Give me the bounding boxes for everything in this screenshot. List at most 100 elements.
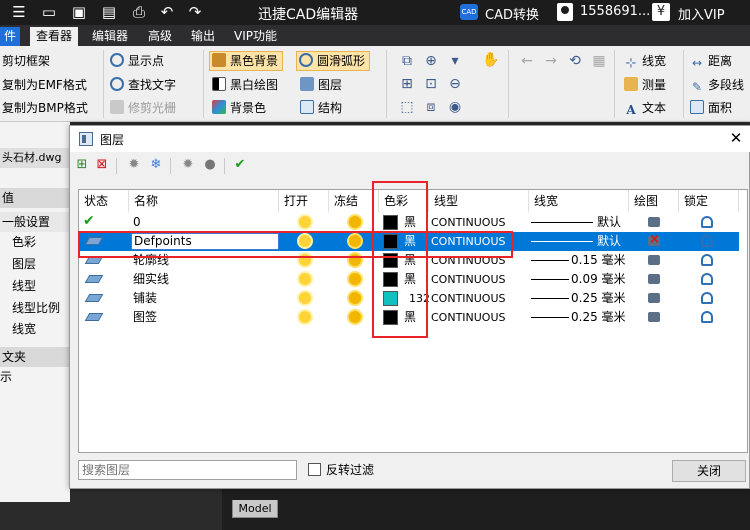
- tab-viewer[interactable]: 查看器: [30, 27, 79, 46]
- distance-button[interactable]: ↔ 距离: [690, 51, 732, 71]
- view-dropdown-icon[interactable]: ◉: [446, 98, 464, 116]
- cut-frame-button[interactable]: 剪切框架: [2, 51, 50, 71]
- back-arrow-icon[interactable]: ←: [518, 52, 536, 70]
- layer-unlock-icon[interactable]: [701, 235, 713, 247]
- user-phone[interactable]: 1558691...: [580, 4, 650, 19]
- trim-raster-button[interactable]: 修剪光栅: [110, 98, 176, 118]
- user-avatar-icon[interactable]: [557, 3, 573, 21]
- tab-editor[interactable]: 编辑器: [86, 27, 134, 46]
- measure-button[interactable]: 测量: [624, 75, 666, 95]
- layer-lineweight[interactable]: 默认: [597, 213, 621, 232]
- app-menu-icon[interactable]: ☰: [10, 3, 28, 21]
- layer-linetype[interactable]: CONTINUOUS: [431, 289, 506, 308]
- layer-plot-printer-icon[interactable]: [648, 217, 660, 227]
- all-off-icon[interactable]: ✹: [180, 157, 196, 173]
- col-on[interactable]: 打开: [279, 190, 329, 212]
- layer-unlock-icon[interactable]: [701, 273, 713, 285]
- col-status[interactable]: 状态: [79, 190, 129, 212]
- layer-lineweight[interactable]: 0.15 毫米: [571, 251, 626, 270]
- all-thaw-icon[interactable]: ❄: [148, 157, 164, 173]
- folder-header[interactable]: 文夹: [0, 347, 70, 367]
- layer-plot-printer-icon[interactable]: [648, 255, 660, 265]
- layer-unlock-icon[interactable]: [701, 254, 713, 266]
- background-color-button[interactable]: 背景色: [212, 98, 266, 118]
- layer-lineweight[interactable]: 默认: [597, 232, 621, 251]
- refresh-view-icon[interactable]: ⟲: [566, 52, 584, 70]
- delete-layer-icon[interactable]: ⊠: [94, 157, 110, 173]
- search-layers-input[interactable]: [78, 460, 297, 480]
- text-button[interactable]: A 文本: [624, 98, 666, 118]
- layer-name[interactable]: 铺装: [133, 289, 157, 308]
- zoom-select-icon[interactable]: ⬚: [398, 98, 416, 116]
- tab-vip-features[interactable]: VIP功能: [228, 27, 283, 46]
- layer-on-bulb-icon[interactable]: [299, 216, 311, 228]
- copy-emf-button[interactable]: 复制为EMF格式: [2, 75, 87, 95]
- cad-convert-icon[interactable]: CAD: [460, 4, 478, 20]
- layer-plot-printer-icon[interactable]: [648, 312, 660, 322]
- join-vip-button[interactable]: 加入VIP: [678, 4, 725, 23]
- general-settings-header[interactable]: 一般设置: [0, 212, 70, 232]
- layer-on-bulb-icon[interactable]: [299, 273, 311, 285]
- layer-unlock-icon[interactable]: [701, 292, 713, 304]
- col-plot[interactable]: 绘图: [629, 190, 679, 212]
- layer-name[interactable]: 细实线: [133, 270, 169, 289]
- show-points-button[interactable]: 显示点: [110, 51, 164, 71]
- tab-output[interactable]: 输出: [185, 27, 221, 46]
- layer-plot-printer-icon[interactable]: [648, 293, 660, 303]
- pan-hand-icon[interactable]: ✋: [482, 51, 500, 69]
- layer-on-bulb-icon[interactable]: [299, 292, 311, 304]
- zoom-window-icon[interactable]: ⧉: [398, 52, 416, 70]
- save-icon[interactable]: ▣: [70, 3, 88, 21]
- layer-lineweight[interactable]: 0.25 毫米: [571, 308, 626, 327]
- property-layer[interactable]: 图层: [0, 255, 70, 274]
- zoom-in-icon[interactable]: ⊕: [422, 52, 440, 70]
- redo-icon[interactable]: ↷: [186, 3, 204, 21]
- all-on-icon[interactable]: ✹: [126, 157, 142, 173]
- layer-unlock-icon[interactable]: [701, 216, 713, 228]
- black-background-toggle[interactable]: 黑色背景: [209, 51, 284, 71]
- layout-icon[interactable]: ▦: [590, 52, 608, 70]
- layer-on-bulb-icon[interactable]: [299, 311, 311, 323]
- model-tab[interactable]: Model: [232, 500, 278, 518]
- layer-name[interactable]: 0: [133, 213, 141, 232]
- zoom-in-dropdown-icon[interactable]: ▾: [446, 52, 464, 70]
- col-lineweight[interactable]: 线宽: [529, 190, 629, 212]
- bw-drawing-button[interactable]: 黑白绘图: [212, 75, 278, 95]
- layer-status-icon[interactable]: [84, 275, 104, 283]
- lineweight-button[interactable]: ⊹ 线宽: [624, 51, 666, 71]
- find-text-button[interactable]: 查找文字: [110, 75, 176, 95]
- copy-bmp-button[interactable]: 复制为BMP格式: [2, 98, 88, 118]
- layer-thaw-sun-icon[interactable]: [349, 273, 361, 285]
- layer-thaw-sun-icon[interactable]: [349, 292, 361, 304]
- layer-plot-printer-icon[interactable]: [648, 274, 660, 284]
- zoom-window-2-icon[interactable]: ⧈: [422, 98, 440, 116]
- area-button[interactable]: 面积: [690, 98, 732, 118]
- undo-icon[interactable]: ↶: [158, 3, 176, 21]
- property-linetype-scale[interactable]: 线型比例: [0, 299, 70, 318]
- layer-status-icon[interactable]: [84, 294, 104, 302]
- vip-yen-icon[interactable]: ¥: [652, 3, 670, 21]
- file-tab[interactable]: 头石材.dwg: [0, 148, 70, 168]
- close-button[interactable]: 关闭: [672, 460, 746, 482]
- smooth-arc-toggle[interactable]: 圆滑弧形: [296, 51, 371, 71]
- layer-lineweight[interactable]: 0.25 毫米: [571, 289, 626, 308]
- layer-lineweight[interactable]: 0.09 毫米: [571, 270, 626, 289]
- property-linetype[interactable]: 线型: [0, 277, 70, 296]
- layer-status-icon[interactable]: [84, 313, 104, 321]
- layers-button[interactable]: 图层: [300, 75, 342, 95]
- col-lock[interactable]: 锁定: [679, 190, 739, 212]
- close-icon[interactable]: ✕: [727, 129, 745, 147]
- tab-file[interactable]: 件: [0, 27, 21, 46]
- current-layer-check-icon[interactable]: ✔: [83, 213, 95, 229]
- new-layer-icon[interactable]: ⊞: [74, 157, 90, 173]
- layer-plot-printer-icon[interactable]: [648, 232, 660, 247]
- layer-linetype[interactable]: CONTINUOUS: [431, 308, 506, 327]
- tab-advanced[interactable]: 高级: [142, 27, 178, 46]
- set-current-check-icon[interactable]: ✔: [232, 157, 248, 173]
- layer-unlock-icon[interactable]: [701, 311, 713, 323]
- forward-arrow-icon[interactable]: →: [542, 52, 560, 70]
- layer-name[interactable]: 图签: [133, 308, 157, 327]
- reverse-filter-checkbox[interactable]: [308, 463, 321, 476]
- bulb-icon[interactable]: ●: [202, 157, 218, 173]
- layer-thaw-sun-icon[interactable]: [349, 311, 361, 323]
